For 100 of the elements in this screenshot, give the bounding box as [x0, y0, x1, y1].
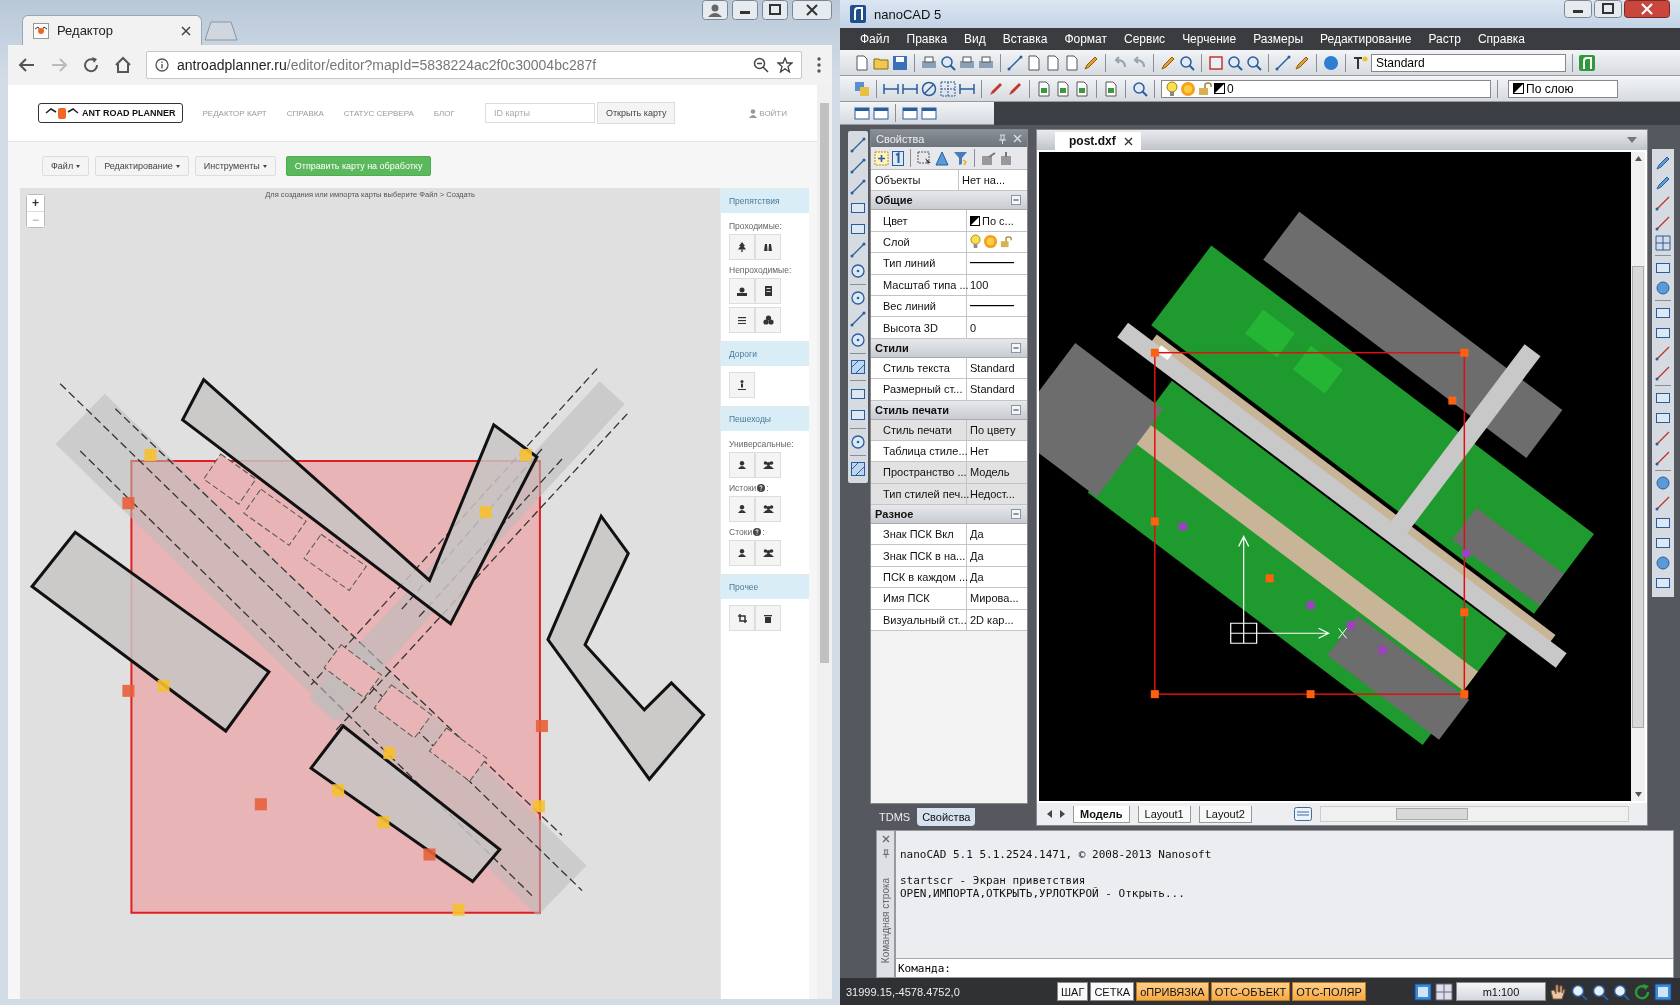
menu-item[interactable]: Справка [1477, 32, 1525, 46]
window-icon[interactable] [854, 105, 870, 121]
menu-item[interactable]: Вставка [1002, 32, 1048, 46]
menu-dropdown[interactable]: Редактирование [95, 156, 189, 176]
page-icon[interactable] [854, 54, 870, 71]
mode-toggle[interactable]: СЕТКА [1090, 982, 1135, 1001]
select-icon[interactable] [874, 150, 889, 166]
line-icon[interactable] [850, 137, 866, 153]
circle-icon[interactable] [1323, 54, 1339, 71]
menu-item[interactable]: Черчение [1182, 32, 1237, 46]
scale-button[interactable]: m1:100 [1456, 982, 1546, 1001]
window-icon[interactable] [921, 105, 937, 121]
close-icon[interactable] [1123, 136, 1133, 146]
user-icon[interactable] [702, 0, 728, 20]
tool-button[interactable] [729, 452, 755, 478]
text-style-dropdown[interactable]: Standard [1371, 53, 1566, 72]
pencil-icon[interactable] [1160, 54, 1176, 71]
line-icon[interactable] [850, 311, 866, 327]
tool-button[interactable] [729, 234, 755, 260]
circle-icon[interactable] [1655, 280, 1671, 296]
collapse-icon[interactable] [1011, 342, 1021, 353]
menu-item[interactable]: Размеры [1253, 32, 1303, 46]
rectangle-icon[interactable] [1655, 515, 1671, 531]
menu-dropdown[interactable]: Файл [42, 156, 90, 176]
selection-icon[interactable] [917, 150, 932, 166]
mode-toggle[interactable]: оПРИВЯЗКА [1136, 982, 1209, 1001]
tab-left-icon[interactable] [1047, 810, 1052, 818]
property-value[interactable]: 0 [967, 317, 1027, 338]
line-icon[interactable] [1655, 430, 1671, 446]
horizontal-scrollbar[interactable] [1319, 806, 1629, 822]
hatch-icon[interactable] [850, 461, 866, 477]
property-value[interactable]: 100 [967, 274, 1027, 295]
scroll-up-icon[interactable] [1634, 156, 1642, 161]
property-value[interactable]: Нет на... [959, 170, 1027, 191]
printer-icon[interactable] [978, 54, 994, 71]
number-one-icon[interactable] [892, 150, 904, 166]
magnifier-icon[interactable] [1570, 982, 1588, 1001]
tool-button[interactable] [729, 540, 755, 566]
menu-item[interactable]: Редактирование [1320, 32, 1412, 46]
maximize-icon[interactable] [762, 0, 788, 20]
printer-icon[interactable] [921, 54, 937, 71]
menu-item[interactable]: Правка [906, 32, 948, 46]
zoom-icon[interactable] [753, 57, 769, 73]
command-field[interactable]: Команда: [896, 958, 1673, 977]
close-icon[interactable] [792, 0, 832, 20]
rectangle-icon[interactable] [1655, 410, 1671, 426]
pencil-icon[interactable] [1655, 155, 1671, 171]
property-value[interactable]: По с... [982, 214, 1014, 227]
layers-icon[interactable] [854, 80, 870, 97]
window-icon[interactable] [873, 105, 889, 121]
magnifier-icon[interactable] [1179, 54, 1195, 71]
refresh-icon[interactable] [1633, 982, 1651, 1001]
rectangle-icon[interactable] [850, 200, 866, 216]
property-value[interactable]: Standard [967, 379, 1027, 400]
tool-button[interactable] [755, 307, 781, 333]
minimize-icon[interactable] [732, 0, 758, 20]
open-map-button[interactable]: Открыть карту [596, 102, 676, 124]
star-icon[interactable] [777, 57, 793, 73]
line-icon[interactable] [850, 179, 866, 195]
scrollbar-thumb[interactable] [1632, 265, 1644, 728]
mode-toggle[interactable]: ШАГ [1057, 982, 1089, 1001]
layout-tab[interactable]: Layout1 [1137, 805, 1191, 823]
menu-item[interactable]: Файл [860, 32, 890, 46]
layout-tab[interactable]: Layout2 [1198, 805, 1252, 823]
layer-dropdown[interactable]: 0 [1161, 79, 1491, 98]
site-logo[interactable]: ANT ROAD PLANNER [38, 103, 183, 123]
back-icon[interactable] [18, 56, 36, 74]
map-id-field[interactable]: ID карты [484, 103, 595, 123]
collapse-icon[interactable] [1011, 195, 1021, 206]
page-icon[interactable] [1064, 54, 1080, 71]
circle-icon[interactable] [1655, 475, 1671, 491]
menu-item[interactable]: Сервис [1124, 32, 1166, 46]
browser-tab[interactable]: Редактор [22, 15, 202, 45]
menu-item[interactable]: Растр [1428, 32, 1461, 46]
page-icon[interactable] [1026, 54, 1042, 71]
drawing-canvas[interactable] [1039, 152, 1631, 801]
rectangle-icon[interactable] [1655, 260, 1671, 276]
pencil-icon[interactable] [1655, 175, 1671, 191]
layout-tab[interactable]: Модель [1073, 805, 1130, 823]
rectangle-icon[interactable] [1655, 535, 1671, 551]
rectangle-icon[interactable] [1655, 325, 1671, 341]
magnifier-icon[interactable] [1591, 982, 1609, 1001]
line-icon[interactable] [1655, 215, 1671, 231]
line-icon[interactable] [1275, 54, 1291, 71]
property-value[interactable]: Да [967, 566, 1027, 588]
line-icon[interactable] [1655, 345, 1671, 361]
printer-icon[interactable] [959, 54, 975, 71]
tool-button[interactable] [755, 278, 781, 304]
line-icon[interactable] [1655, 365, 1671, 381]
rectangle-icon[interactable] [1655, 390, 1671, 406]
line-icon[interactable] [1655, 495, 1671, 511]
rectangle-icon[interactable] [850, 221, 866, 237]
menu-item[interactable]: Вид [964, 32, 986, 46]
panel-tab[interactable]: Свойства [917, 808, 976, 826]
document-tab[interactable]: post.dxf [1055, 132, 1141, 150]
window-icon[interactable] [1414, 982, 1432, 1001]
page-icon[interactable] [1036, 80, 1052, 97]
collapse-icon[interactable] [1011, 509, 1021, 520]
circle-icon[interactable] [850, 434, 866, 450]
tool-button[interactable] [729, 372, 755, 398]
